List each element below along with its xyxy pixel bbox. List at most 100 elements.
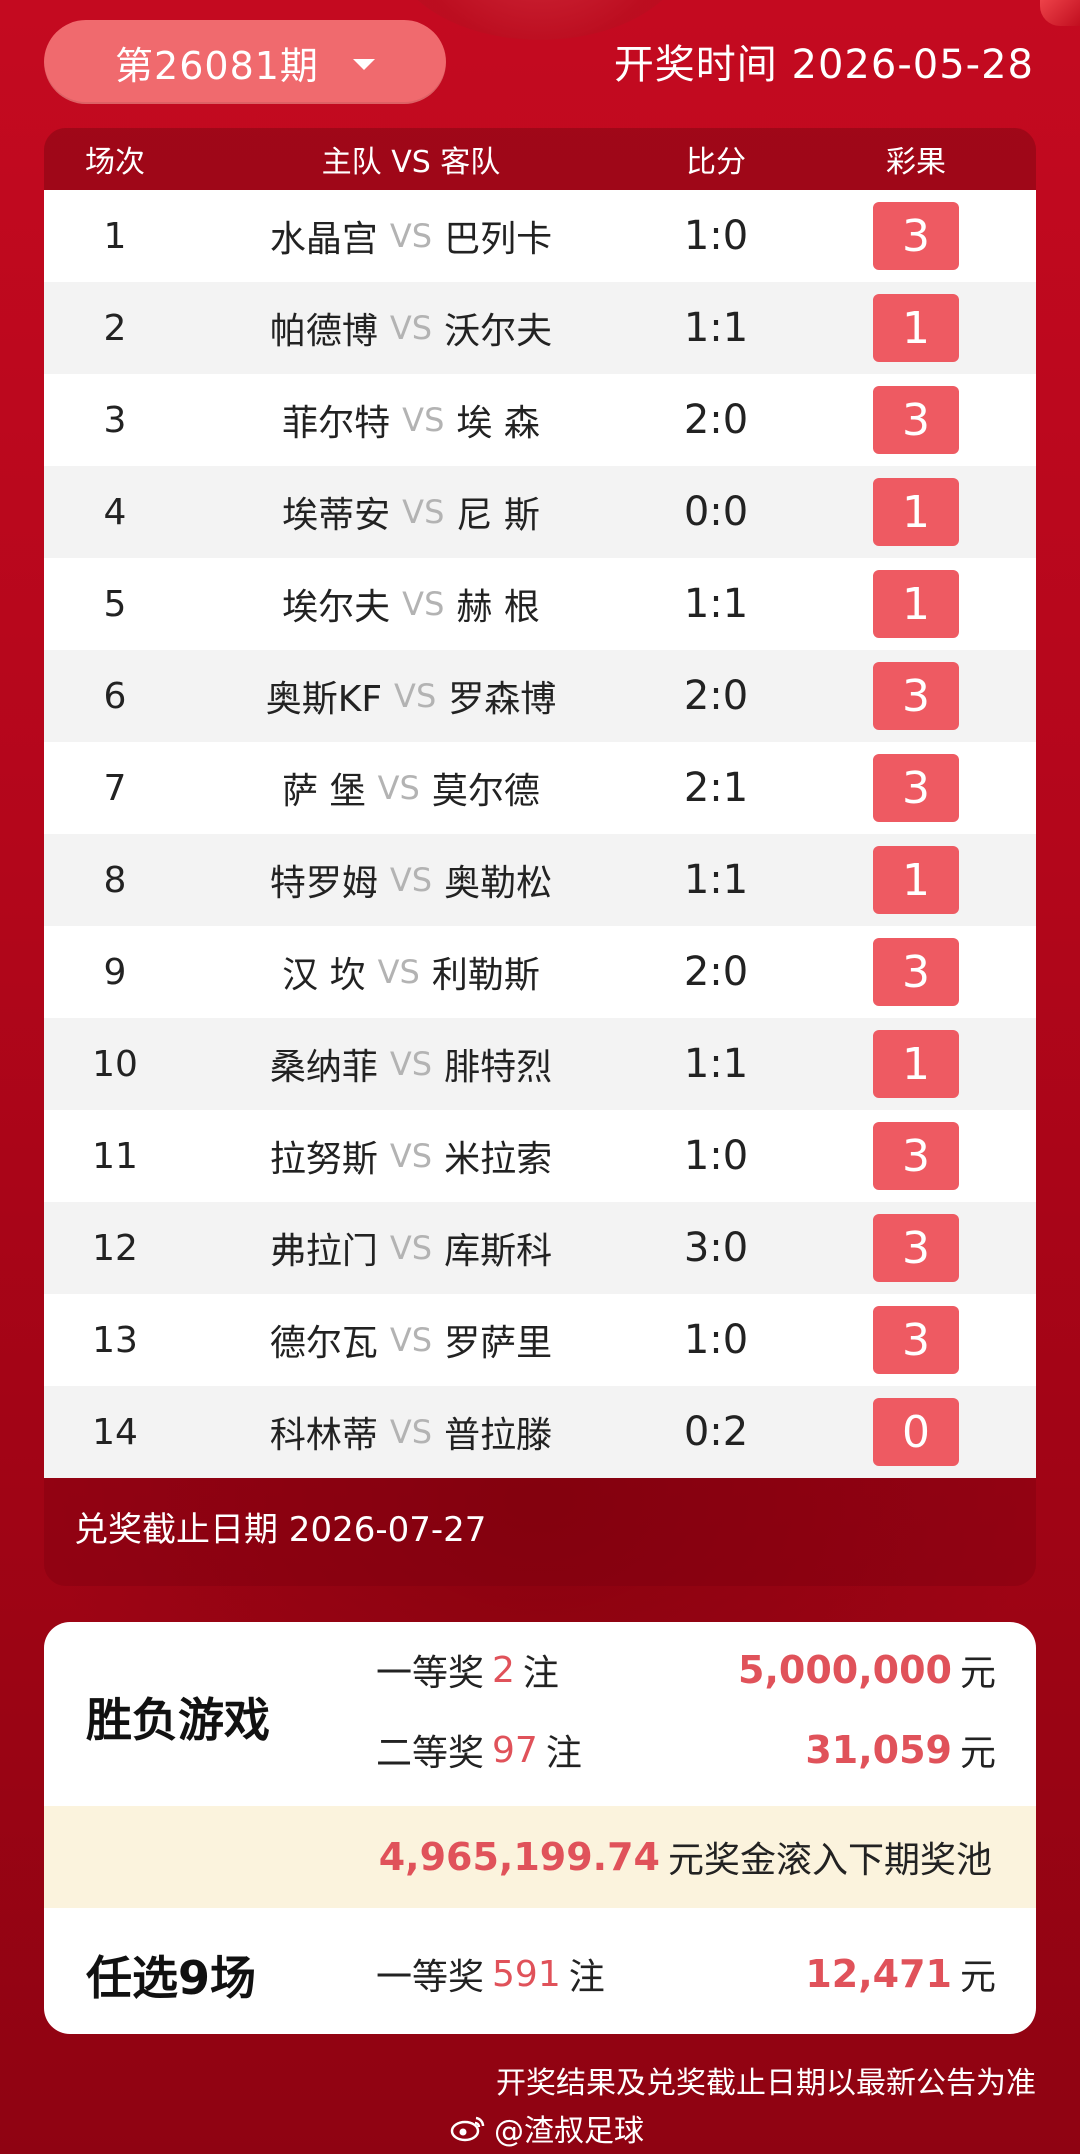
home-team: 奥斯KF xyxy=(265,679,383,720)
match-number: 13 xyxy=(92,1319,138,1361)
match-score: 1:0 xyxy=(683,1317,749,1363)
match-teams: 特罗姆 VS 奥勒松 xyxy=(186,854,636,906)
table-row: 3 菲尔特 VS 埃 森 2:0 3 xyxy=(44,374,1036,466)
match-teams: 汉 坎 VS 利勒斯 xyxy=(186,946,636,998)
result-cell: 3 xyxy=(796,1122,1036,1190)
prize-currency: 元 xyxy=(959,1733,996,1774)
away-team: 罗萨里 xyxy=(444,1323,553,1364)
match-score: 2:1 xyxy=(683,765,749,811)
watermark: @渣叔足球 xyxy=(450,2106,644,2150)
vs-label: VS xyxy=(377,769,420,807)
header-score: 比分 xyxy=(686,145,746,180)
result-cell: 0 xyxy=(796,1398,1036,1466)
away-team: 沃尔夫 xyxy=(444,311,553,352)
match-score: 1:1 xyxy=(683,1041,749,1087)
vs-label: VS xyxy=(389,1137,433,1175)
match-score: 0:0 xyxy=(683,489,749,535)
table-row: 14 科林蒂 VS 普拉滕 0:2 0 xyxy=(44,1386,1036,1478)
rollover-amount: 4,965,199.74 xyxy=(378,1835,660,1879)
match-score: 2:0 xyxy=(683,397,749,443)
prize-unit: 注 xyxy=(545,1733,582,1774)
result-badge: 3 xyxy=(873,1306,959,1374)
match-number: 4 xyxy=(103,491,127,533)
table-row: 12 弗拉门 VS 库斯科 3:0 3 xyxy=(44,1202,1036,1294)
match-score: 1:0 xyxy=(683,213,749,259)
weibo-icon xyxy=(450,2116,485,2142)
decoration-streak xyxy=(1040,0,1080,26)
result-cell: 3 xyxy=(796,754,1036,822)
result-badge: 1 xyxy=(873,570,959,638)
home-team: 萨 堡 xyxy=(282,771,366,812)
table-header: 场次 主队 VS 客队 比分 彩果 xyxy=(44,128,1036,190)
match-number: 12 xyxy=(92,1227,138,1269)
away-team: 埃 森 xyxy=(456,403,540,444)
prize-unit: 注 xyxy=(522,1653,559,1694)
prize-count: 2 xyxy=(492,1649,515,1691)
away-team: 尼 斯 xyxy=(456,495,540,536)
match-teams: 帕德博 VS 沃尔夫 xyxy=(186,302,636,354)
prize-card: 胜负游戏 一等奖 2 注 5,000,000 元 二等奖 97 注 31,059… xyxy=(44,1622,1036,2034)
draw-time: 开奖时间 2026-05-28 xyxy=(613,42,1034,88)
vs-label: VS xyxy=(389,1413,433,1451)
result-cell: 3 xyxy=(796,386,1036,454)
table-row: 7 萨 堡 VS 莫尔德 2:1 3 xyxy=(44,742,1036,834)
table-row: 11 拉努斯 VS 米拉索 1:0 3 xyxy=(44,1110,1036,1202)
home-team: 科林蒂 xyxy=(269,1415,378,1456)
table-row: 10 桑纳菲 VS 腓特烈 1:1 1 xyxy=(44,1018,1036,1110)
table-row: 1 水晶宫 VS 巴列卡 1:0 3 xyxy=(44,190,1036,282)
footer-note: 开奖结果及兑奖截止日期以最新公告为准 xyxy=(496,2066,1036,2101)
issue-selector[interactable]: 第26081期 xyxy=(44,20,446,104)
home-team: 德尔瓦 xyxy=(269,1323,378,1364)
vs-label: VS xyxy=(377,953,420,991)
table-row: 4 埃蒂安 VS 尼 斯 0:0 1 xyxy=(44,466,1036,558)
match-number: 8 xyxy=(103,859,127,901)
result-cell: 3 xyxy=(796,662,1036,730)
match-number: 6 xyxy=(103,675,127,717)
header-teams: 主队 VS 客队 xyxy=(321,145,501,180)
table-row: 6 奥斯KF VS 罗森博 2:0 3 xyxy=(44,650,1036,742)
match-teams: 桑纳菲 VS 腓特烈 xyxy=(186,1038,636,1090)
result-cell: 3 xyxy=(796,1306,1036,1374)
result-badge: 3 xyxy=(873,1214,959,1282)
rollover-text: 元奖金滚入下期奖池 xyxy=(667,1840,992,1881)
match-teams: 菲尔特 VS 埃 森 xyxy=(186,394,636,446)
prize-count: 591 xyxy=(492,1953,561,1995)
home-team: 埃尔夫 xyxy=(282,587,391,628)
away-team: 巴列卡 xyxy=(444,219,553,260)
prize-count: 97 xyxy=(492,1729,538,1771)
result-badge: 1 xyxy=(873,846,959,914)
result-cell: 3 xyxy=(796,938,1036,1006)
prize-amount: 5,000,000 xyxy=(738,1648,952,1692)
game1-second-prize: 二等奖 97 注 31,059 元 xyxy=(376,1724,996,1776)
match-score: 1:1 xyxy=(683,857,749,903)
match-teams: 萨 堡 VS 莫尔德 xyxy=(186,762,636,814)
match-number: 10 xyxy=(92,1043,138,1085)
match-score: 2:0 xyxy=(683,949,749,995)
match-score: 1:1 xyxy=(683,581,749,627)
table-row: 9 汉 坎 VS 利勒斯 2:0 3 xyxy=(44,926,1036,1018)
result-badge: 1 xyxy=(873,478,959,546)
vs-label: VS xyxy=(402,401,445,439)
result-cell: 3 xyxy=(796,202,1036,270)
home-team: 汉 坎 xyxy=(282,955,366,996)
match-number: 9 xyxy=(103,951,127,993)
prize-amount: 31,059 xyxy=(805,1728,952,1772)
result-badge: 3 xyxy=(873,202,959,270)
prize-label: 一等奖 xyxy=(376,1957,485,1998)
match-teams: 拉努斯 VS 米拉索 xyxy=(186,1130,636,1182)
away-team: 莫尔德 xyxy=(431,771,540,812)
match-teams: 科林蒂 VS 普拉滕 xyxy=(186,1406,636,1458)
home-team: 特罗姆 xyxy=(269,863,378,904)
vs-label: VS xyxy=(389,217,433,255)
result-badge: 1 xyxy=(873,1030,959,1098)
away-team: 普拉滕 xyxy=(444,1415,553,1456)
home-team: 埃蒂安 xyxy=(282,495,391,536)
result-badge: 3 xyxy=(873,662,959,730)
result-cell: 3 xyxy=(796,1214,1036,1282)
vs-label: VS xyxy=(389,1229,433,1267)
result-cell: 1 xyxy=(796,478,1036,546)
match-teams: 德尔瓦 VS 罗萨里 xyxy=(186,1314,636,1366)
issue-label: 第26081期 xyxy=(115,43,319,88)
vs-label: VS xyxy=(402,585,445,623)
result-badge: 1 xyxy=(873,294,959,362)
